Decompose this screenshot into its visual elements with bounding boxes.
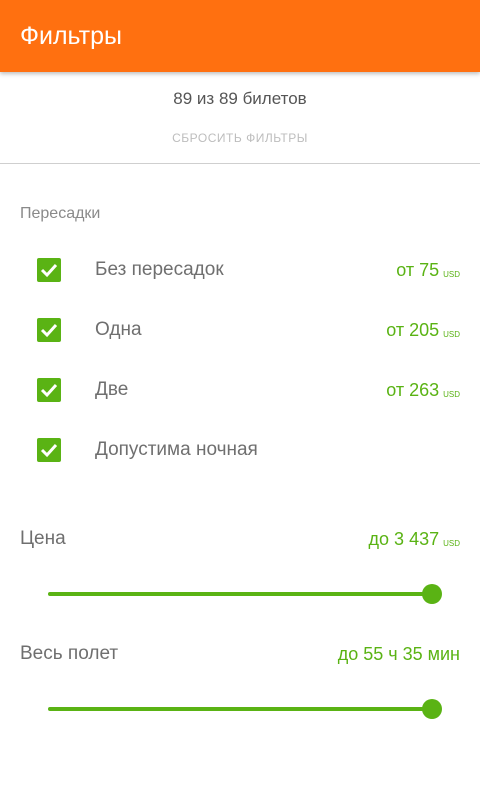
checkbox-checked[interactable] [37,318,61,342]
check-icon [40,443,58,458]
stop-option-label: Две [95,379,129,400]
price-filter-label: Цена [20,528,66,549]
stop-option-price: от 263 USD [386,380,460,400]
page-title: Фильтры [20,22,122,50]
stop-option-two[interactable]: Две от 263 USD [0,360,480,420]
stop-option-price: от 75 USD [396,260,460,280]
results-summary: 89 из 89 билетов СБРОСИТЬ ФИЛЬТРЫ [0,72,480,164]
reset-filters-button[interactable]: СБРОСИТЬ ФИЛЬТРЫ [0,130,480,146]
checkbox-checked[interactable] [37,378,61,402]
check-icon [40,323,58,338]
checkbox-checked[interactable] [37,258,61,282]
duration-slider[interactable] [48,697,442,721]
duration-filter-label: Весь полет [20,643,119,664]
stop-option-label: Допустима ночная [95,439,258,460]
currency-code: USD [443,539,460,548]
stop-option-label: Одна [95,319,142,340]
checkbox-checked[interactable] [37,438,61,462]
check-icon [40,383,58,398]
currency-code: USD [443,270,460,279]
stop-option-overnight[interactable]: Допустима ночная [0,420,480,480]
currency-code: USD [443,330,460,339]
ticket-count: 89 из 89 билетов [173,89,307,108]
price-filter-header: Цена до 3 437 USD [0,527,480,555]
slider-thumb[interactable] [422,699,442,719]
slider-track[interactable] [48,707,432,711]
app-bar: Фильтры [0,0,480,72]
price-slider[interactable] [48,582,442,606]
currency-code: USD [443,390,460,399]
duration-filter-header: Весь полет до 55 ч 35 мин [0,642,480,670]
slider-track[interactable] [48,592,432,596]
check-icon [40,263,58,278]
stop-option-nonstop[interactable]: Без пересадок от 75 USD [0,240,480,300]
stop-option-label: Без пересадок [95,259,224,280]
stops-section-label: Пересадки [20,205,101,222]
duration-filter-value: до 55 ч 35 мин [337,644,460,664]
stop-option-price: от 205 USD [386,320,460,340]
price-filter-value: до 3 437 USD [368,529,460,549]
stop-option-one[interactable]: Одна от 205 USD [0,300,480,360]
slider-thumb[interactable] [422,584,442,604]
